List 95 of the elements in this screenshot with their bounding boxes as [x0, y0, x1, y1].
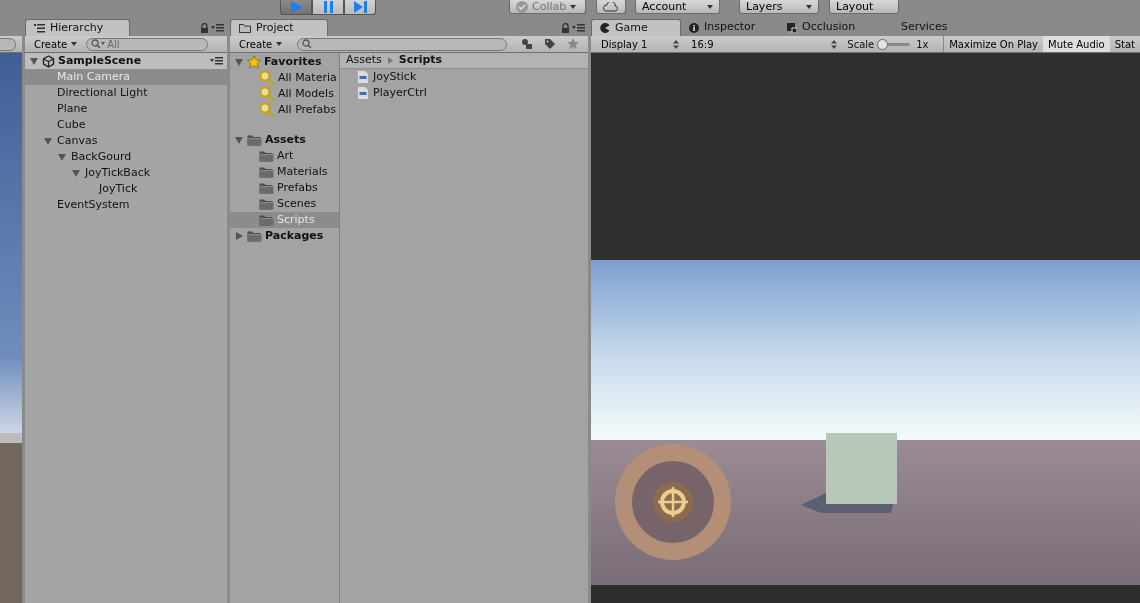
info-icon	[689, 22, 699, 33]
pacman-icon	[600, 23, 610, 33]
expand-arrow-icon[interactable]	[29, 56, 39, 66]
square-icon	[787, 22, 797, 33]
folder-icon	[259, 166, 274, 178]
account-button[interactable]: Account	[635, 0, 720, 14]
menu-icon[interactable]	[572, 23, 586, 32]
star-icon	[247, 55, 261, 69]
layout-button[interactable]: Layout	[829, 0, 899, 14]
search-icon	[259, 86, 275, 102]
scene-title: SampleScene	[58, 53, 142, 69]
scale-label: Scale	[847, 37, 875, 52]
caret-icon	[71, 42, 78, 46]
shapes-icon	[520, 38, 533, 50]
play-button[interactable]	[280, 0, 312, 15]
tree-item[interactable]: All Materia	[230, 70, 339, 86]
script-file-icon	[358, 87, 368, 99]
file-item[interactable]: PlayerCtrl	[340, 85, 588, 101]
tree-item[interactable]: Materials	[230, 164, 339, 180]
folder-icon	[259, 214, 274, 226]
expand-arrow-icon[interactable]	[234, 231, 244, 241]
breadcrumb-link[interactable]: Scripts	[398, 53, 443, 69]
expand-arrow-icon[interactable]	[71, 168, 81, 178]
panel-tab[interactable]: Inspector	[681, 19, 779, 36]
step-icon	[352, 0, 368, 14]
file-item[interactable]: JoyStick	[340, 69, 588, 85]
tree-group[interactable]: Assets	[230, 132, 339, 148]
scale-value: 1x	[916, 37, 929, 52]
breadcrumb-link[interactable]: Assets	[346, 53, 382, 69]
script-file-icon	[358, 71, 368, 83]
expand-arrow-icon[interactable]	[234, 57, 244, 67]
panel-tab[interactable]: Services	[877, 19, 957, 36]
search-icon	[259, 102, 275, 118]
menu-icon[interactable]	[210, 57, 223, 65]
create-button[interactable]: Create	[234, 36, 288, 52]
caret-icon	[806, 4, 812, 9]
expand-arrow-icon[interactable]	[57, 152, 67, 162]
cloud-button[interactable]	[596, 0, 626, 14]
folder-icon	[239, 23, 251, 33]
toggle-button[interactable]: Mute Audio	[1043, 36, 1110, 52]
hierarchy-item[interactable]: Plane	[25, 101, 227, 117]
updown-icon	[831, 39, 838, 49]
tag-icon	[543, 38, 556, 50]
display-dropdown[interactable]: Display 1	[596, 36, 685, 52]
hierarchy-tab[interactable]: Hierarchy	[25, 19, 130, 36]
tree-item[interactable]: Art	[230, 148, 339, 164]
hierarchy-item[interactable]: Canvas	[25, 133, 227, 149]
tree-item[interactable]: All Prefabs	[230, 102, 339, 118]
folder-icon	[247, 230, 262, 242]
search-icon	[259, 70, 275, 86]
folder-icon	[259, 182, 274, 194]
hierarchy-item[interactable]: JoyTick	[25, 181, 227, 197]
panel-tab[interactable]: Game	[591, 19, 681, 36]
list-icon	[34, 23, 45, 33]
caret-icon	[570, 4, 577, 9]
caret-icon	[276, 42, 283, 46]
create-button[interactable]: Create	[29, 36, 83, 52]
star-icon	[566, 38, 579, 50]
step-button[interactable]	[344, 0, 376, 15]
lock-icon[interactable]	[560, 22, 570, 33]
toggle-button[interactable]: Maximize On Play	[944, 36, 1043, 52]
pause-button[interactable]	[312, 0, 344, 15]
hierarchy-item[interactable]: Cube	[25, 117, 227, 133]
expand-arrow-icon[interactable]	[234, 135, 244, 145]
updown-icon	[673, 39, 680, 49]
folder-icon	[259, 198, 274, 210]
menu-icon[interactable]	[211, 23, 225, 32]
chevron-icon	[387, 57, 393, 64]
project-tab[interactable]: Project	[230, 19, 328, 36]
tree-item[interactable]: All Models	[230, 86, 339, 102]
lock-icon[interactable]	[199, 22, 209, 33]
panel-tab[interactable]: Occlusion	[779, 19, 877, 36]
slider-thumb[interactable]	[876, 38, 888, 50]
check-icon	[516, 0, 528, 13]
toggle-button[interactable]: Stat	[1109, 36, 1140, 52]
hierarchy-item[interactable]: Directional Light	[25, 85, 227, 101]
folder-icon	[247, 134, 262, 146]
caret-icon	[707, 4, 713, 9]
tree-group[interactable]: Favorites	[230, 54, 339, 70]
hierarchy-item[interactable]: EventSystem	[25, 197, 227, 213]
search-field[interactable]	[297, 37, 508, 51]
aspect-dropdown[interactable]: 16:9	[686, 36, 843, 52]
expand-arrow-icon[interactable]	[43, 136, 53, 146]
play-icon	[288, 0, 304, 14]
hierarchy-item[interactable]: JoyTickBack	[25, 165, 227, 181]
search-icon	[302, 39, 313, 49]
hierarchy-item[interactable]: BackGourd	[25, 149, 227, 165]
tree-group[interactable]: Packages	[230, 228, 339, 244]
tree-item[interactable]: Prefabs	[230, 180, 339, 196]
cloud-icon	[603, 1, 619, 12]
search-field[interactable]	[0, 37, 16, 51]
tree-item[interactable]: Scenes	[230, 196, 339, 212]
layers-button[interactable]: Layers	[739, 0, 819, 14]
folder-icon	[259, 150, 274, 162]
search-icon	[91, 39, 106, 49]
